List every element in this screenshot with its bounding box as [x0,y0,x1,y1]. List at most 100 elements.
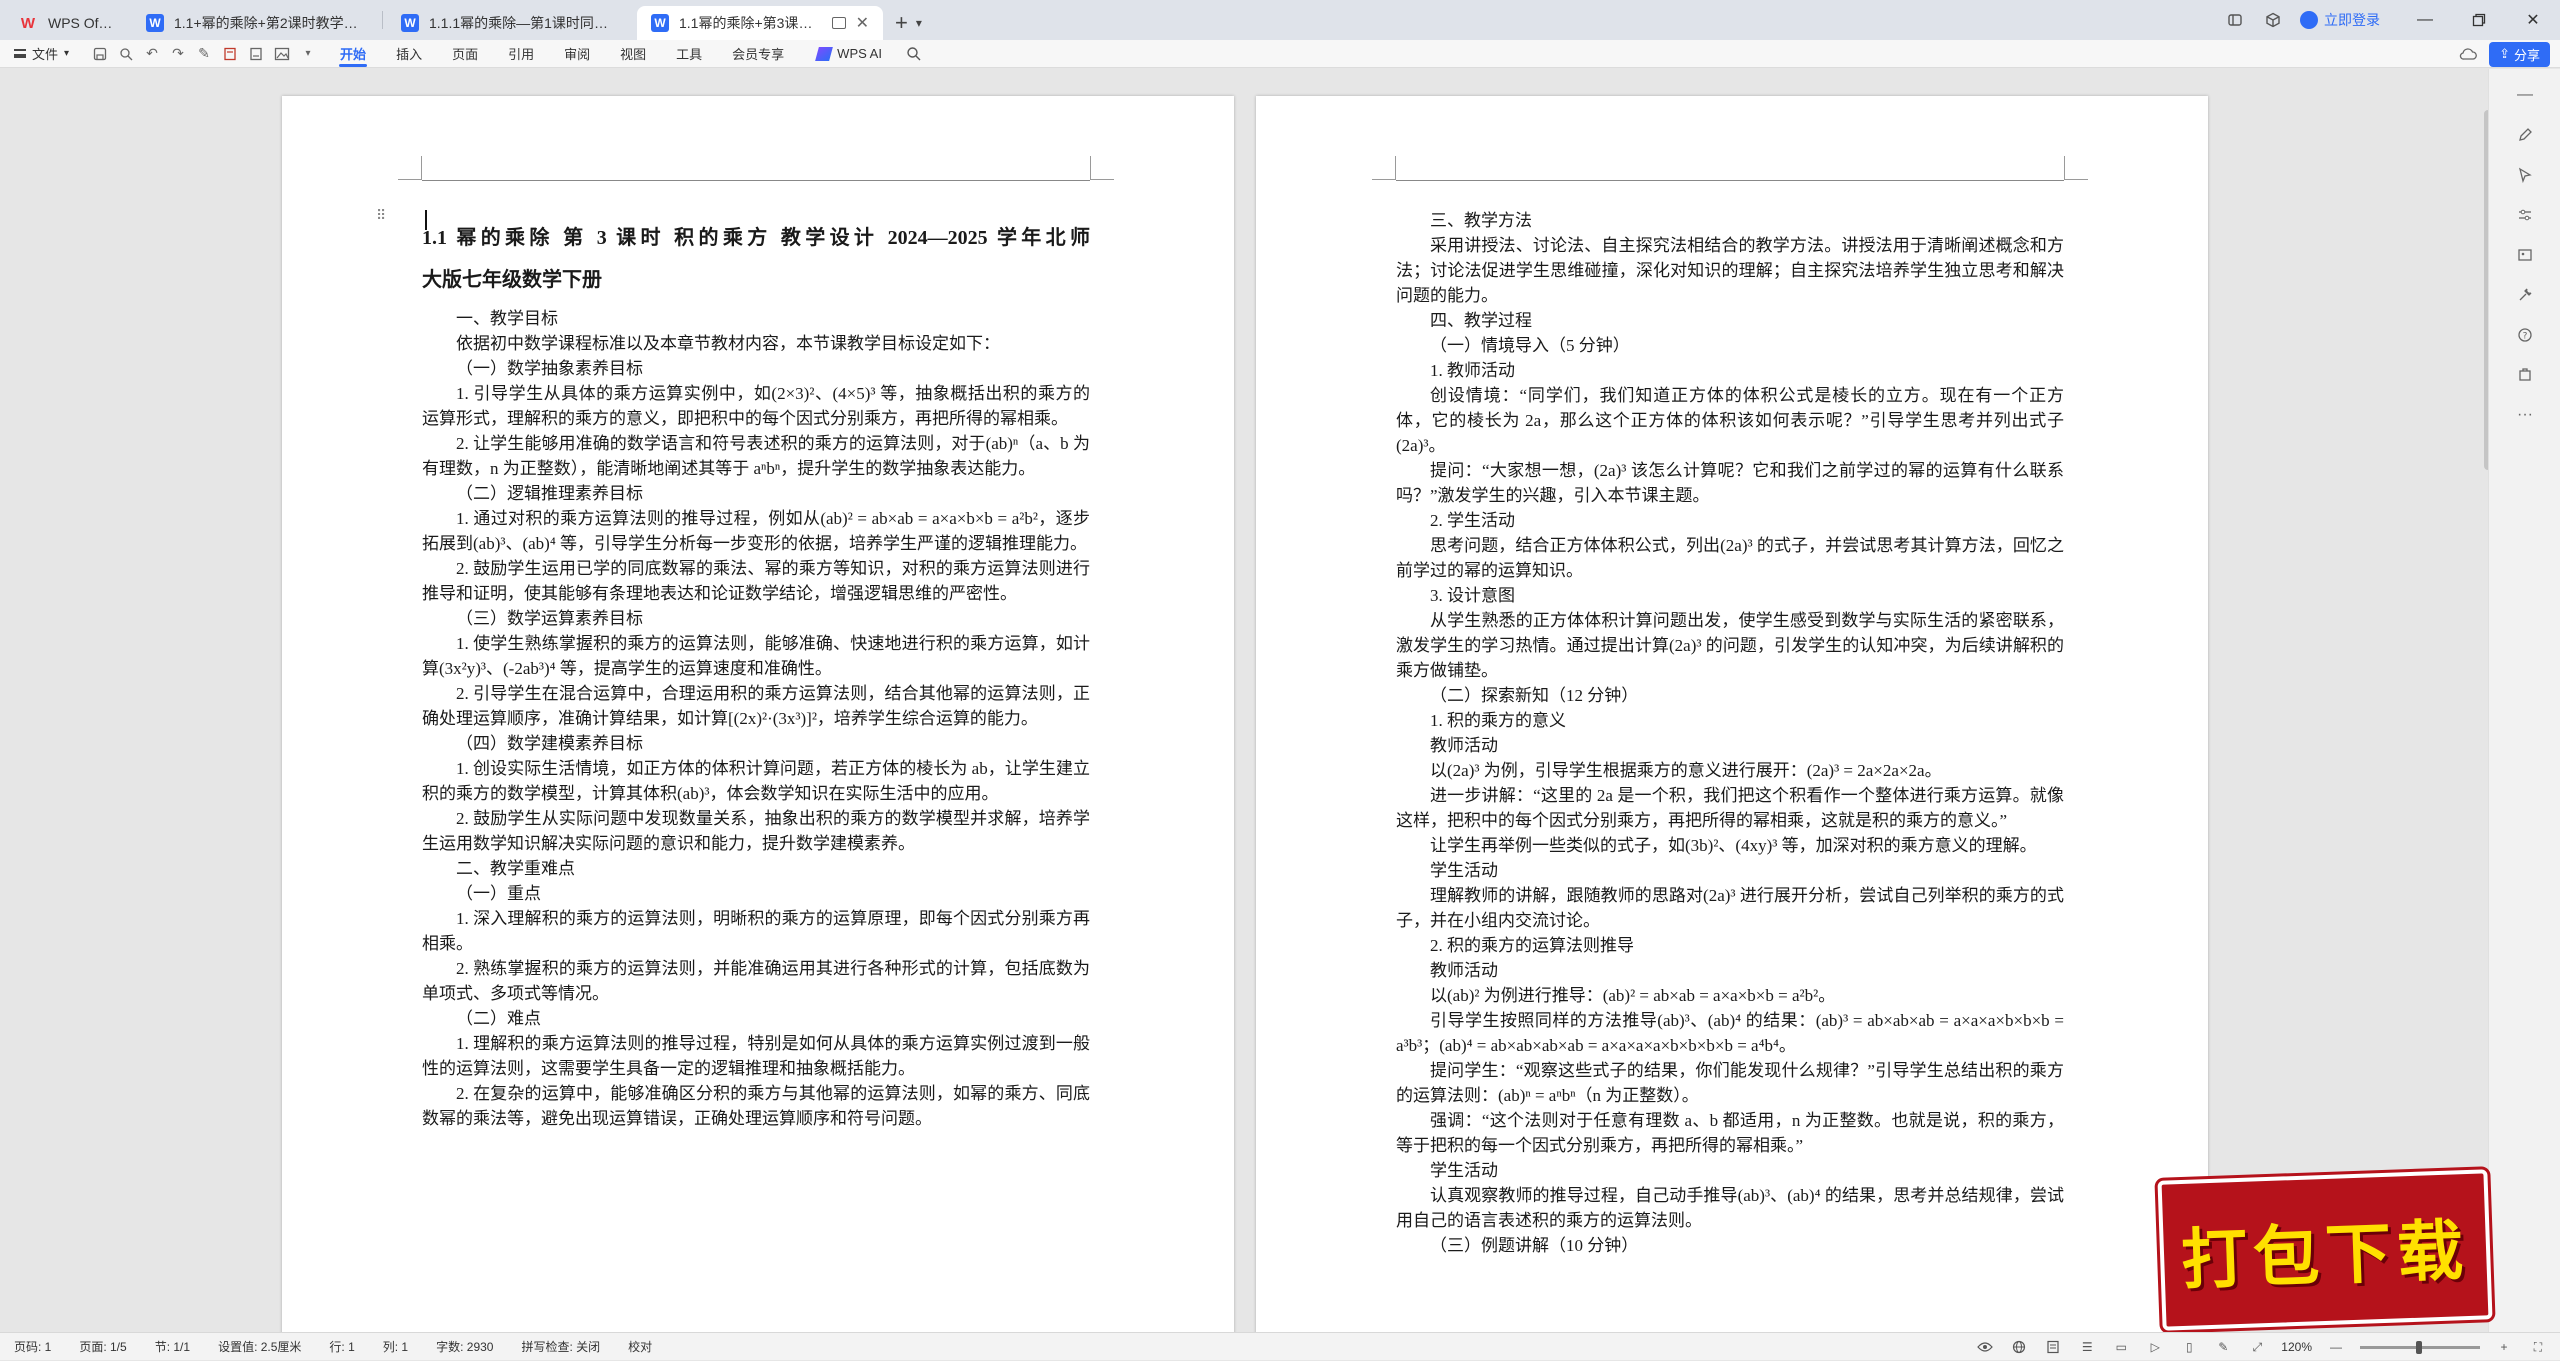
image-edit-icon[interactable] [2489,235,2560,275]
globe-icon[interactable] [2009,1337,2029,1357]
web-view-icon[interactable]: ▭ [2111,1337,2131,1357]
login-button[interactable]: 立即登录 [2292,10,2398,30]
restore-button[interactable] [2452,0,2506,40]
zoom-slider-thumb[interactable] [2416,1340,2422,1354]
header-line [422,180,1090,181]
document-paragraph: 创设情境：“同学们，我们知道正方体的体积公式是棱长的立方。现在有一个正方体，它的… [1396,386,2064,455]
page-view-icon[interactable] [2043,1337,2063,1357]
document-paragraph: 理解教师的讲解，跟随教师的思路对(2a)³ 进行展开分析，尝试自己列举积的乘方的… [1396,886,2064,930]
tab-document-1[interactable]: W 1.1+幂的乘除+第2课时教学设计+2024 [132,6,378,40]
status-position[interactable]: 设置值: 2.5厘米 [204,1338,315,1355]
writer-doc-icon: W [146,14,164,32]
document-page-1[interactable]: ⠿ 1.1 幂的乘除 第 3 课时 积的乘方 教学设计 2024—2025 学年… [282,96,1234,1332]
help-icon[interactable]: ? [2489,315,2560,355]
status-section[interactable]: 节: 1/1 [141,1338,204,1355]
tab-tools[interactable]: 工具 [661,40,717,68]
eye-protect-icon[interactable] [1975,1337,1995,1357]
format-painter-icon[interactable]: ✎ [193,43,215,65]
play-icon[interactable]: ▷ [2145,1337,2165,1357]
save-icon[interactable] [89,43,111,65]
image-icon[interactable] [271,43,293,65]
fit-width-icon[interactable]: ⤢ [2247,1337,2267,1357]
search-button[interactable] [900,40,928,68]
zoom-slider[interactable] [2360,1340,2480,1354]
zoom-in-icon[interactable]: + [2494,1337,2514,1357]
zoom-level[interactable]: 120% [2281,1340,2312,1354]
writer-doc-icon: W [651,14,669,32]
status-proofread[interactable]: 校对 [614,1338,666,1355]
status-pages[interactable]: 页面: 1/5 [65,1338,140,1355]
close-window-button[interactable]: ✕ [2506,0,2560,40]
tab-view[interactable]: 视图 [605,40,661,68]
status-page-code[interactable]: 页码: 1 [0,1338,65,1355]
adjust-icon[interactable] [2489,195,2560,235]
document-paragraph: 3. 设计意图 [1430,586,1515,605]
file-menu-button[interactable]: 文件 ▾ [0,44,83,63]
select-cursor-icon[interactable] [2489,155,2560,195]
fit-page-icon[interactable]: ⛶ [2528,1337,2548,1357]
promo-label: 打包下载 [2179,1211,2471,1299]
document-page-2[interactable]: 三、教学方法 采用讲授法、讨论法、自主探究法相结合的教学方法。讲授法用于清晰阐述概… [1256,96,2208,1332]
document-paragraph: 1. 创设实际生活情境，如正方体的体积计算问题，若正方体的棱长为 ab，让学生建… [422,759,1090,803]
tab-review[interactable]: 审阅 [549,40,605,68]
window-layout-icon[interactable] [2216,0,2254,40]
drag-handle-icon[interactable]: ⠿ [376,209,386,228]
status-col[interactable]: 列: 1 [369,1338,422,1355]
menu-bar: 文件 ▾ ↶ ↷ ✎ ▾ 开始 插入 页面 引用 审阅 视图 工具 会员专享 W… [0,40,2560,68]
status-row[interactable]: 行: 1 [315,1338,368,1355]
pen-icon[interactable] [2489,115,2560,155]
document-paragraph: 1. 积的乘方的意义 [1430,711,1566,730]
status-word-count[interactable]: 字数: 2930 [422,1338,507,1355]
tab-document-2[interactable]: W 1.1.1幂的乘除—第1课时同底数幂乘法 [387,6,633,40]
document-paragraph: （三）例题讲解（10 分钟） [1430,1236,1639,1255]
chevron-down-icon[interactable]: ▾ [916,16,922,30]
document-paragraph: 引导学生按照同样的方法推导(ab)³、(ab)⁴ 的结果：(ab)³ = ab×… [1396,1011,2064,1055]
header-line [1396,180,2064,181]
writer-doc-icon: W [401,14,419,32]
tab-document-3-active[interactable]: W 1.1幂的乘除+第3课时+积的乘方 ✕ [637,6,883,40]
share-icon: ⇪ [2499,46,2510,61]
outline-view-icon[interactable]: ☰ [2077,1337,2097,1357]
document-canvas[interactable]: ⠿ 1.1 幂的乘除 第 3 课时 积的乘方 教学设计 2024—2025 学年… [0,69,2480,1332]
share-doc-icon[interactable] [2489,355,2560,395]
user-avatar-icon [2300,11,2318,29]
document-paragraph: 1. 理解积的乘方运算法则的推导过程，特别是如何从具体的乘方运算实例过渡到一般性… [422,1034,1090,1078]
page-1-body: 1.1 幂的乘除 第 3 课时 积的乘方 教学设计 2024—2025 学年北师… [422,208,1090,1131]
collapse-icon[interactable]: — [2489,75,2560,115]
tab-references[interactable]: 引用 [493,40,549,68]
crop-mark [398,156,422,180]
redo-icon[interactable]: ↷ [167,43,189,65]
tools-icon[interactable] [2489,275,2560,315]
document-paragraph: 让学生再举例一些类似的式子，如(3b)²、(4xy)³ 等，加深对积的乘方意义的… [1430,836,2037,855]
tab-page[interactable]: 页面 [437,40,493,68]
page-1-paragraphs: 一、教学目标 依据初中数学课程标准以及本章节教材内容，本节课教学目标设定如下： （一… [422,306,1090,1131]
status-spell-check[interactable]: 拼写检查: 关闭 [507,1338,614,1355]
new-tab-button[interactable]: + ▾ [895,6,922,40]
tab-wps-home[interactable]: W WPS Office [4,6,128,40]
document-paragraph: （三）数学运算素养目标 [456,609,643,628]
find-icon[interactable] [115,43,137,65]
svg-text:?: ? [2523,332,2528,342]
cube-icon[interactable] [2254,0,2292,40]
share-button[interactable]: ⇪ 分享 [2489,41,2550,67]
document-paragraph: 强调：“这个法则对于任意有理数 a、b 都适用，n 为正整数。也就是说，积的乘方… [1396,1111,2064,1155]
document-paragraph: 1. 深入理解积的乘方的运算法则，明晰积的乘方的运算原理，即每个因式分别乘方再相… [422,909,1090,953]
minimize-button[interactable]: — [2398,0,2452,40]
wps-ai-button[interactable]: WPS AI [799,46,900,61]
pen-mode-icon[interactable]: ✎ [2213,1337,2233,1357]
read-mode-icon[interactable]: ▯ [2179,1337,2199,1357]
tab-window-icon[interactable] [831,17,846,29]
print-preview-icon[interactable] [219,43,241,65]
chevron-down-icon[interactable]: ▾ [297,43,319,65]
tab-member[interactable]: 会员专享 [717,40,799,68]
tab-insert[interactable]: 插入 [381,40,437,68]
zoom-out-icon[interactable]: — [2326,1337,2346,1357]
export-pdf-icon[interactable] [245,43,267,65]
more-icon[interactable]: ··· [2489,395,2560,435]
download-promo-badge[interactable]: 打包下载 [2157,1169,2493,1331]
tab-close-icon[interactable]: ✕ [856,13,869,33]
document-paragraph: 依据初中数学课程标准以及本章节教材内容，本节课教学目标设定如下： [456,334,1000,353]
undo-icon[interactable]: ↶ [141,43,163,65]
tab-home[interactable]: 开始 [325,40,381,68]
cloud-sync-icon[interactable] [2457,43,2479,65]
